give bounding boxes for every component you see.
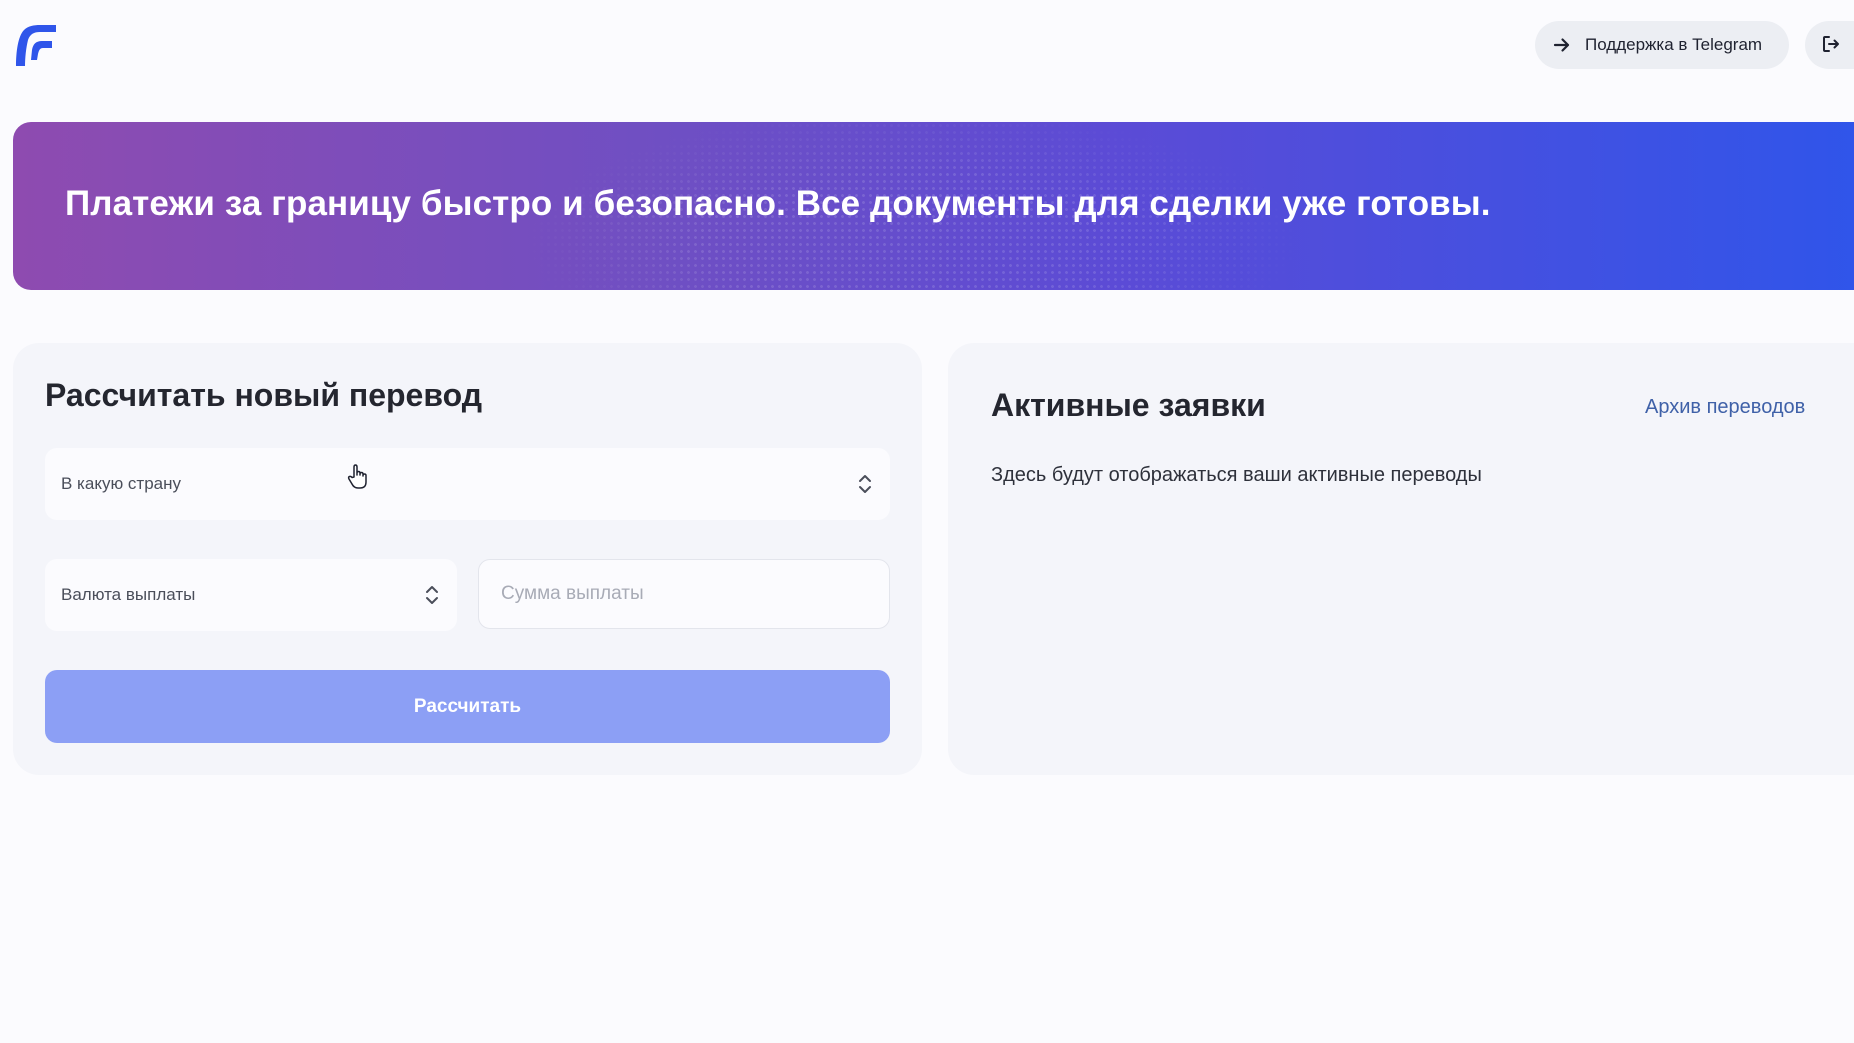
transfer-archive-link[interactable]: Архив переводов — [1645, 396, 1805, 419]
active-requests-title: Активные заявки — [991, 387, 1266, 423]
currency-select-label: Валюта выплаты — [61, 585, 196, 604]
logout-button[interactable] — [1805, 21, 1854, 69]
country-select-label: В какую страну — [61, 474, 182, 493]
telegram-support-button[interactable]: Поддержка в Telegram — [1535, 21, 1789, 69]
chevron-up-down-icon — [858, 473, 872, 495]
logout-icon — [1821, 34, 1841, 57]
country-select[interactable]: В какую страну — [45, 448, 890, 520]
currency-select[interactable]: Валюта выплаты — [45, 559, 457, 631]
telegram-support-label: Поддержка в Telegram — [1585, 35, 1763, 54]
app-page: Поддержка в Telegram Платежи за границу … — [0, 0, 1854, 1043]
chevron-up-down-icon — [425, 584, 439, 606]
banner-title: Платежи за границу быстро и безопасно. В… — [65, 184, 1491, 223]
active-requests-card: Активные заявки Архив переводов Здесь бу… — [948, 343, 1854, 775]
calculator-title: Рассчитать новый перевод — [45, 377, 483, 413]
brand-logo-icon[interactable] — [12, 22, 58, 68]
empty-state-message: Здесь будут отображаться ваши активные п… — [991, 464, 1482, 486]
calculate-button[interactable]: Рассчитать — [45, 670, 890, 743]
transfer-calculator-card: Рассчитать новый перевод В какую страну … — [13, 343, 922, 775]
amount-input[interactable] — [478, 559, 890, 629]
arrow-right-icon — [1553, 36, 1571, 54]
promo-banner: Платежи за границу быстро и безопасно. В… — [13, 122, 1854, 290]
